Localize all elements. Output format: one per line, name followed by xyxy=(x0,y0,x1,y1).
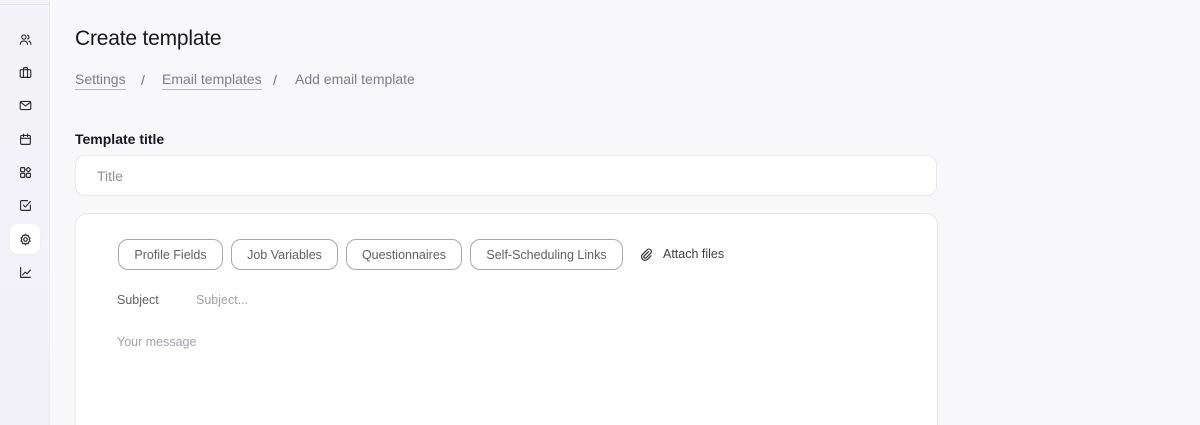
checkbox-icon xyxy=(19,199,31,211)
briefcase-icon xyxy=(19,66,31,78)
sidebar-item-jobs[interactable] xyxy=(10,57,40,87)
page-title: Create template xyxy=(75,27,222,50)
subject-label: Subject xyxy=(117,293,159,307)
users-icon xyxy=(19,33,31,45)
sidebar-item-candidates[interactable] xyxy=(10,24,40,54)
sidebar-item-apps[interactable] xyxy=(10,157,40,187)
sidebar-item-calendar[interactable] xyxy=(10,124,40,154)
sidebar-item-reports[interactable] xyxy=(10,257,40,287)
attach-files-label: Attach files xyxy=(663,247,725,261)
message-input[interactable] xyxy=(117,335,897,425)
template-title-label: Template title xyxy=(75,131,165,147)
subject-input[interactable] xyxy=(194,290,794,310)
sidebar-item-messages[interactable] xyxy=(10,90,40,120)
job-variables-button[interactable]: Job Variables xyxy=(231,239,338,270)
paperclip-icon xyxy=(640,248,652,261)
sidebar-divider xyxy=(0,4,50,5)
attach-files-button[interactable]: Attach files xyxy=(640,244,724,264)
widgets-icon xyxy=(19,166,31,178)
sidebar-item-tasks[interactable] xyxy=(10,190,40,220)
chart-icon xyxy=(19,266,31,278)
sidebar xyxy=(0,0,50,425)
breadcrumb-separator: / xyxy=(141,72,145,88)
mail-icon xyxy=(19,100,31,110)
breadcrumb-separator: / xyxy=(273,72,277,88)
calendar-icon xyxy=(19,133,31,145)
breadcrumb-current: Add email template xyxy=(295,71,415,87)
self-scheduling-links-button[interactable]: Self-Scheduling Links xyxy=(470,239,623,270)
template-title-input[interactable] xyxy=(75,155,937,196)
email-editor: Profile Fields Job Variables Questionnai… xyxy=(75,213,938,425)
breadcrumb-email-templates-link[interactable]: Email templates xyxy=(162,71,262,90)
sidebar-item-settings[interactable] xyxy=(10,224,40,254)
profile-fields-button[interactable]: Profile Fields xyxy=(118,239,223,270)
gear-icon xyxy=(19,233,31,245)
breadcrumb-settings-link[interactable]: Settings xyxy=(75,71,126,90)
questionnaires-button[interactable]: Questionnaires xyxy=(346,239,462,270)
